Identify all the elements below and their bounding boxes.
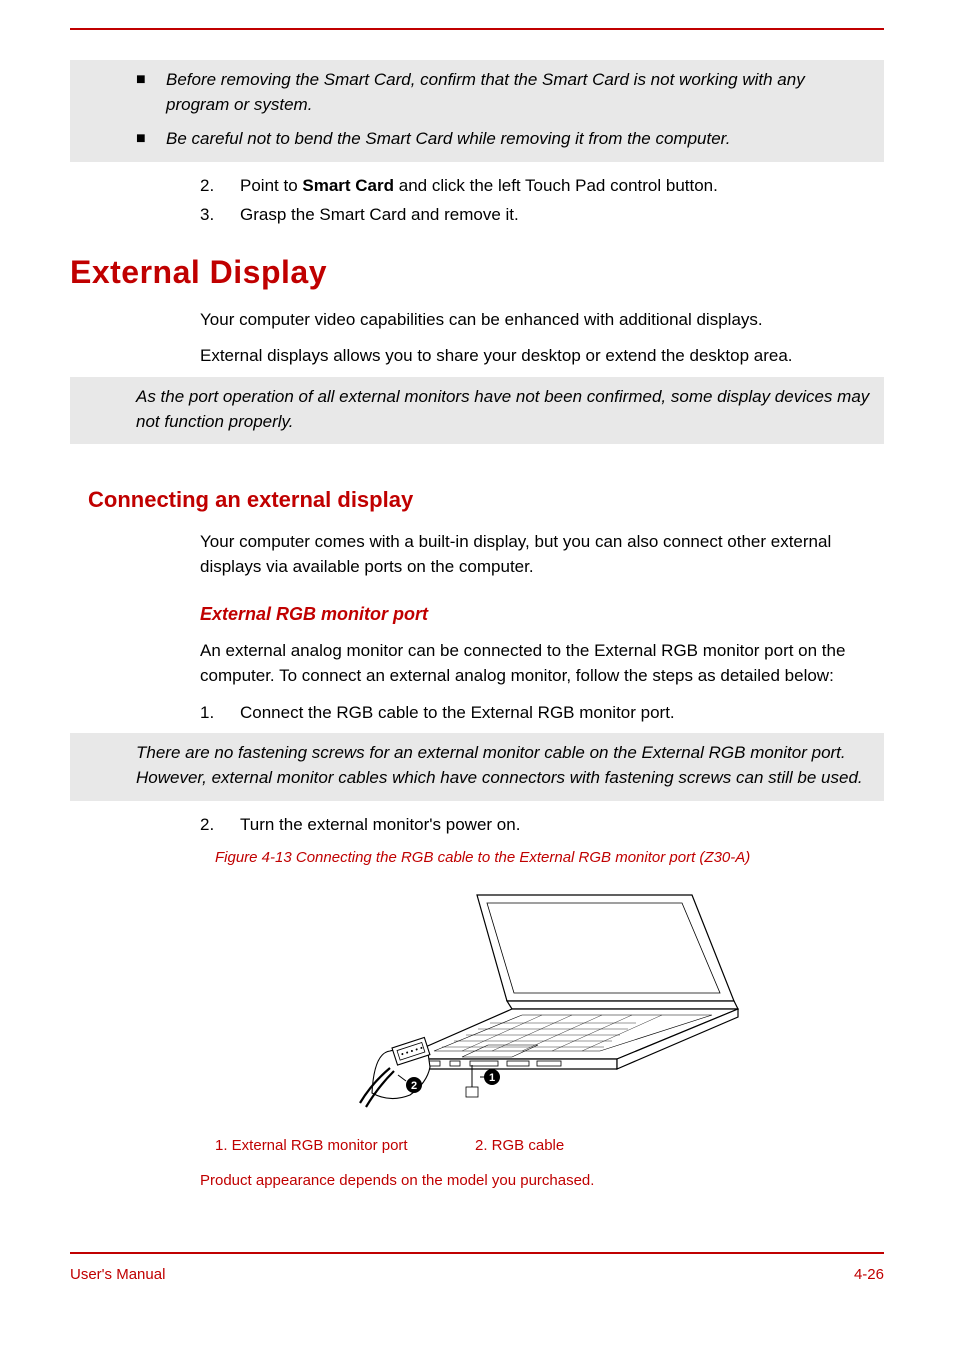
- svg-text:1: 1: [489, 1072, 495, 1084]
- note-bullets: ■ Before removing the Smart Card, confir…: [136, 68, 872, 152]
- step-text: Connect the RGB cable to the External RG…: [240, 701, 675, 726]
- step-number: 3.: [200, 203, 240, 228]
- svg-text:2: 2: [411, 1080, 417, 1092]
- note-text: There are no fastening screws for an ext…: [70, 733, 884, 800]
- heading-external-display: External Display: [70, 249, 884, 295]
- footer-left: User's Manual: [70, 1264, 165, 1286]
- step-text: Turn the external monitor's power on.: [240, 813, 520, 838]
- step-number: 2.: [200, 813, 240, 838]
- heading-rgb-port: External RGB monitor port: [200, 601, 884, 627]
- paragraph: Your computer video capabilities can be …: [200, 308, 884, 333]
- step-number: 2.: [200, 174, 240, 199]
- paragraph: External displays allows you to share yo…: [200, 344, 884, 369]
- step-text: Grasp the Smart Card and remove it.: [240, 203, 519, 228]
- footer-right: 4-26: [854, 1264, 884, 1286]
- figure-caption: Figure 4-13 Connecting the RGB cable to …: [215, 847, 884, 869]
- bullet-marker: ■: [136, 127, 166, 152]
- figure-legend-1: 1. External RGB monitor port: [215, 1135, 475, 1157]
- product-appearance-note: Product appearance depends on the model …: [200, 1170, 884, 1192]
- step-text: Point to Smart Card and click the left T…: [240, 174, 718, 199]
- figure-illustration: 1 2: [200, 877, 884, 1135]
- note-text: As the port operation of all external mo…: [70, 377, 884, 444]
- paragraph: An external analog monitor can be connec…: [200, 639, 884, 688]
- step-number: 1.: [200, 701, 240, 726]
- heading-connecting: Connecting an external display: [88, 484, 884, 516]
- note-text: Be careful not to bend the Smart Card wh…: [166, 127, 730, 152]
- note-text: Before removing the Smart Card, confirm …: [166, 68, 872, 117]
- bullet-marker: ■: [136, 68, 166, 117]
- paragraph: Your computer comes with a built-in disp…: [200, 530, 884, 579]
- figure-legend-2: 2. RGB cable: [475, 1135, 564, 1157]
